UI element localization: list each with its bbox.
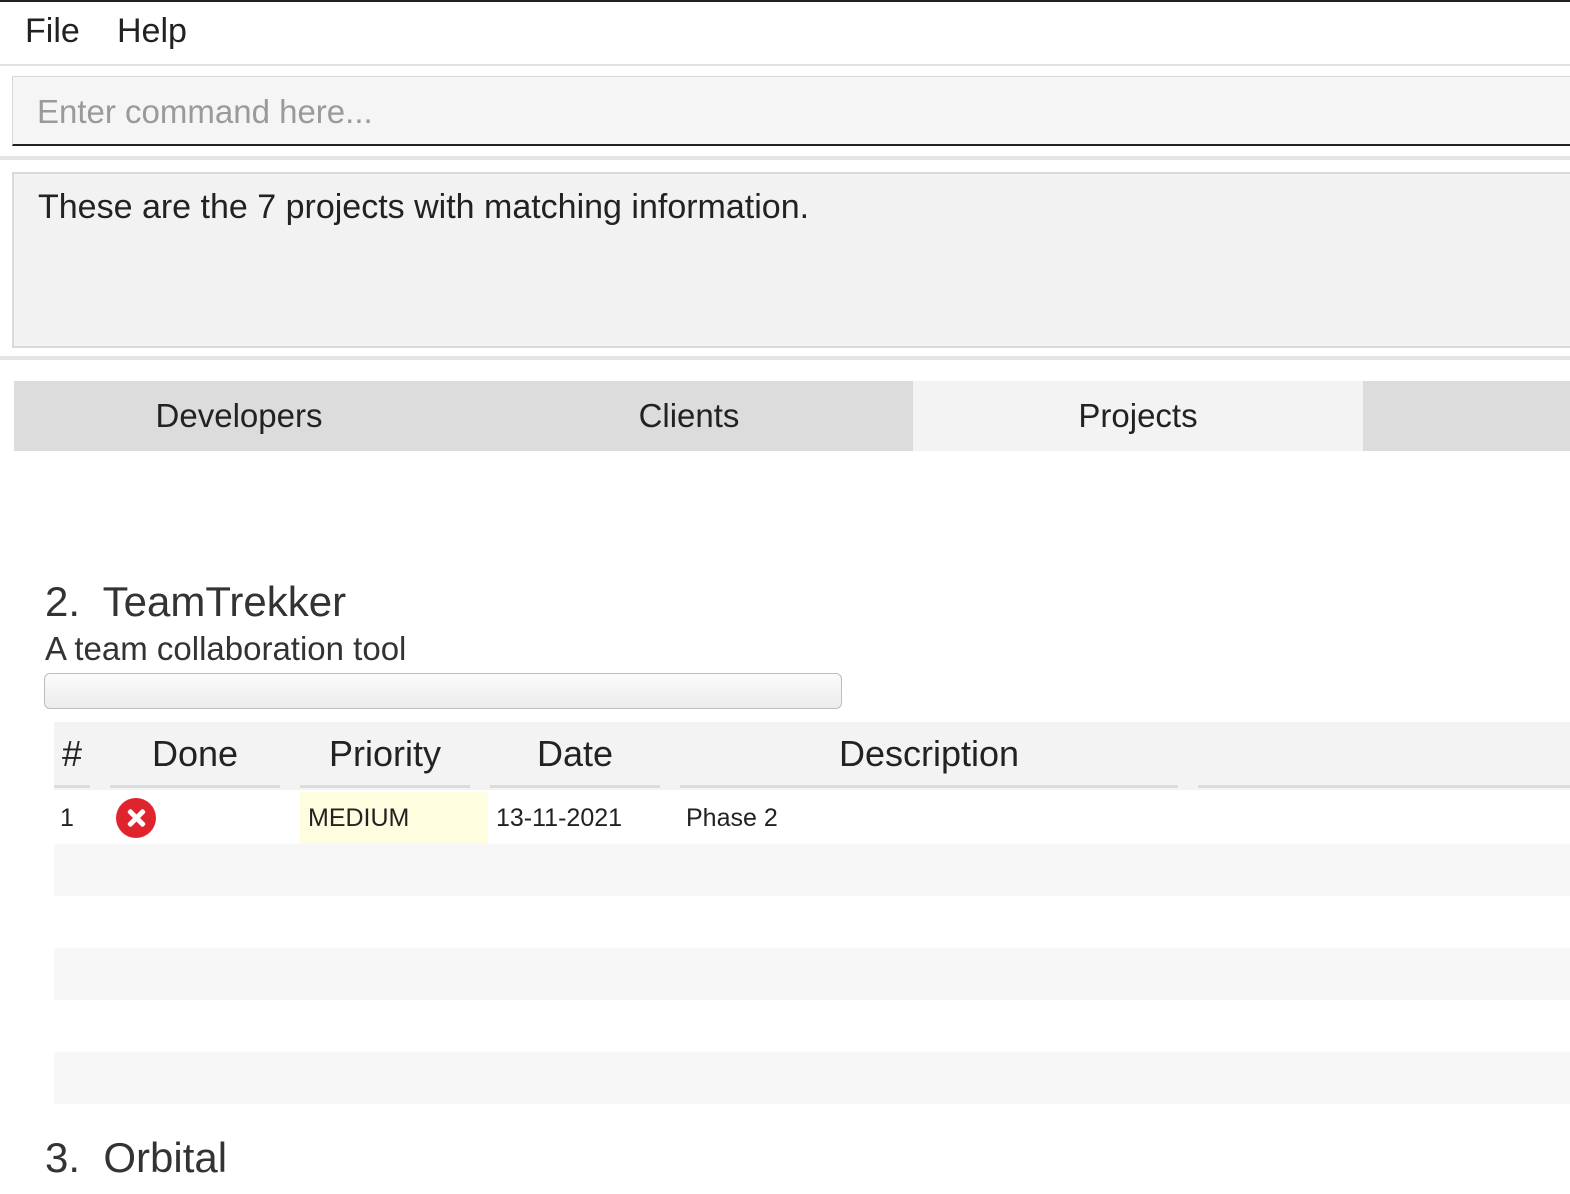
column-header-number[interactable]: # — [54, 722, 90, 788]
result-display: These are the 7 projects with matching i… — [12, 172, 1570, 348]
table-row-empty — [54, 896, 1570, 948]
project-index: 3. — [45, 1134, 81, 1181]
tab-projects[interactable]: Projects — [913, 381, 1363, 451]
column-header-date[interactable]: Date — [490, 722, 660, 788]
project-name: Orbital — [103, 1134, 228, 1181]
project-name: TeamTrekker — [102, 578, 347, 625]
project-description: A team collaboration tool — [45, 630, 407, 667]
project-title: 2. TeamTrekker — [45, 578, 346, 626]
column-header-description[interactable]: Description — [680, 722, 1178, 788]
column-header-done[interactable]: Done — [110, 722, 280, 788]
menu-file[interactable]: File — [25, 12, 80, 51]
task-done-status — [116, 792, 286, 844]
project-index: 2. — [45, 578, 81, 625]
tab-bar: Developers Clients Projects — [14, 381, 1570, 451]
task-description: Phase 2 — [686, 803, 778, 832]
task-priority: MEDIUM — [300, 792, 488, 844]
menu-help[interactable]: Help — [117, 12, 187, 51]
project-progress-bar — [44, 673, 842, 709]
table-header: # Done Priority Date Description — [54, 722, 1570, 790]
command-input[interactable] — [35, 89, 1539, 135]
column-header-priority[interactable]: Priority — [300, 722, 470, 788]
tab-clients[interactable]: Clients — [464, 381, 914, 451]
table-row-empty — [54, 948, 1570, 1000]
column-header-empty — [1198, 722, 1570, 788]
command-box — [12, 76, 1570, 146]
divider — [0, 356, 1570, 360]
project-title: 3. Orbital — [45, 1134, 227, 1182]
result-message: These are the 7 projects with matching i… — [38, 188, 810, 226]
task-number: 1 — [60, 803, 74, 832]
menu-bar: File Help — [0, 2, 1570, 66]
divider — [0, 156, 1570, 160]
table-row-empty — [54, 844, 1570, 896]
not-done-icon — [116, 798, 156, 838]
task-table: # Done Priority Date Description 1 MEDIU… — [54, 722, 1570, 1104]
tab-developers[interactable]: Developers — [14, 381, 464, 451]
table-row[interactable]: 1 MEDIUM 13-11-2021 Phase 2 — [54, 792, 1570, 844]
table-row-empty — [54, 1000, 1570, 1052]
table-row-empty — [54, 1052, 1570, 1104]
task-date: 13-11-2021 — [496, 803, 623, 832]
